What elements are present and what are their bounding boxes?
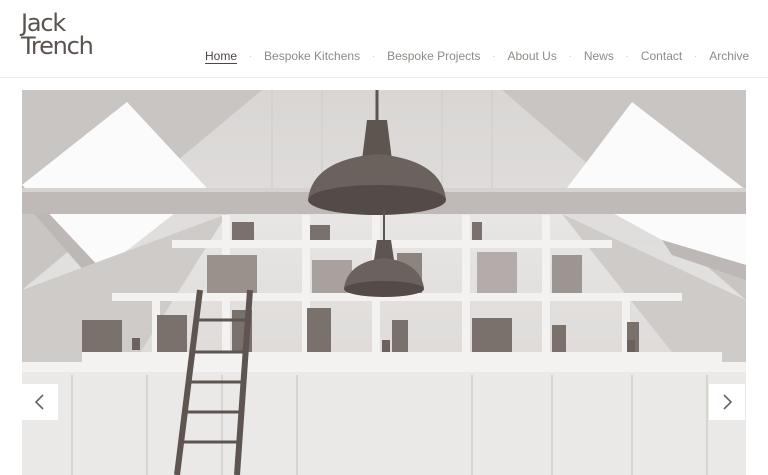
main-nav: Home · Bespoke Kitchens · Bespoke Projec… [205, 48, 749, 64]
nav-separator: · [568, 50, 572, 62]
nav-home[interactable]: Home [205, 49, 237, 63]
nav-separator: · [371, 50, 376, 62]
nav-about-us[interactable]: About Us [507, 49, 556, 63]
nav-separator: · [492, 50, 496, 62]
slider-prev-button[interactable] [22, 384, 58, 420]
nav-archive[interactable]: Archive [709, 49, 749, 63]
nav-separator: · [625, 50, 630, 62]
chevron-left-icon [34, 394, 44, 410]
slider-next-button[interactable] [709, 384, 745, 420]
nav-separator: · [694, 50, 698, 62]
nav-separator: · [248, 50, 253, 62]
nav-bespoke-projects[interactable]: Bespoke Projects [387, 49, 480, 63]
hero-slide-image [22, 90, 746, 475]
site-logo[interactable]: Jack Trench [21, 11, 94, 60]
chevron-right-icon [723, 394, 733, 410]
site-header: Jack Trench Home · Bespoke Kitchens · Be… [0, 0, 768, 78]
nav-news[interactable]: News [584, 49, 614, 63]
nav-bespoke-kitchens[interactable]: Bespoke Kitchens [264, 49, 360, 63]
attic-library-photo [22, 90, 746, 475]
nav-contact[interactable]: Contact [641, 49, 682, 63]
logo-line-2: Trench [21, 32, 94, 60]
